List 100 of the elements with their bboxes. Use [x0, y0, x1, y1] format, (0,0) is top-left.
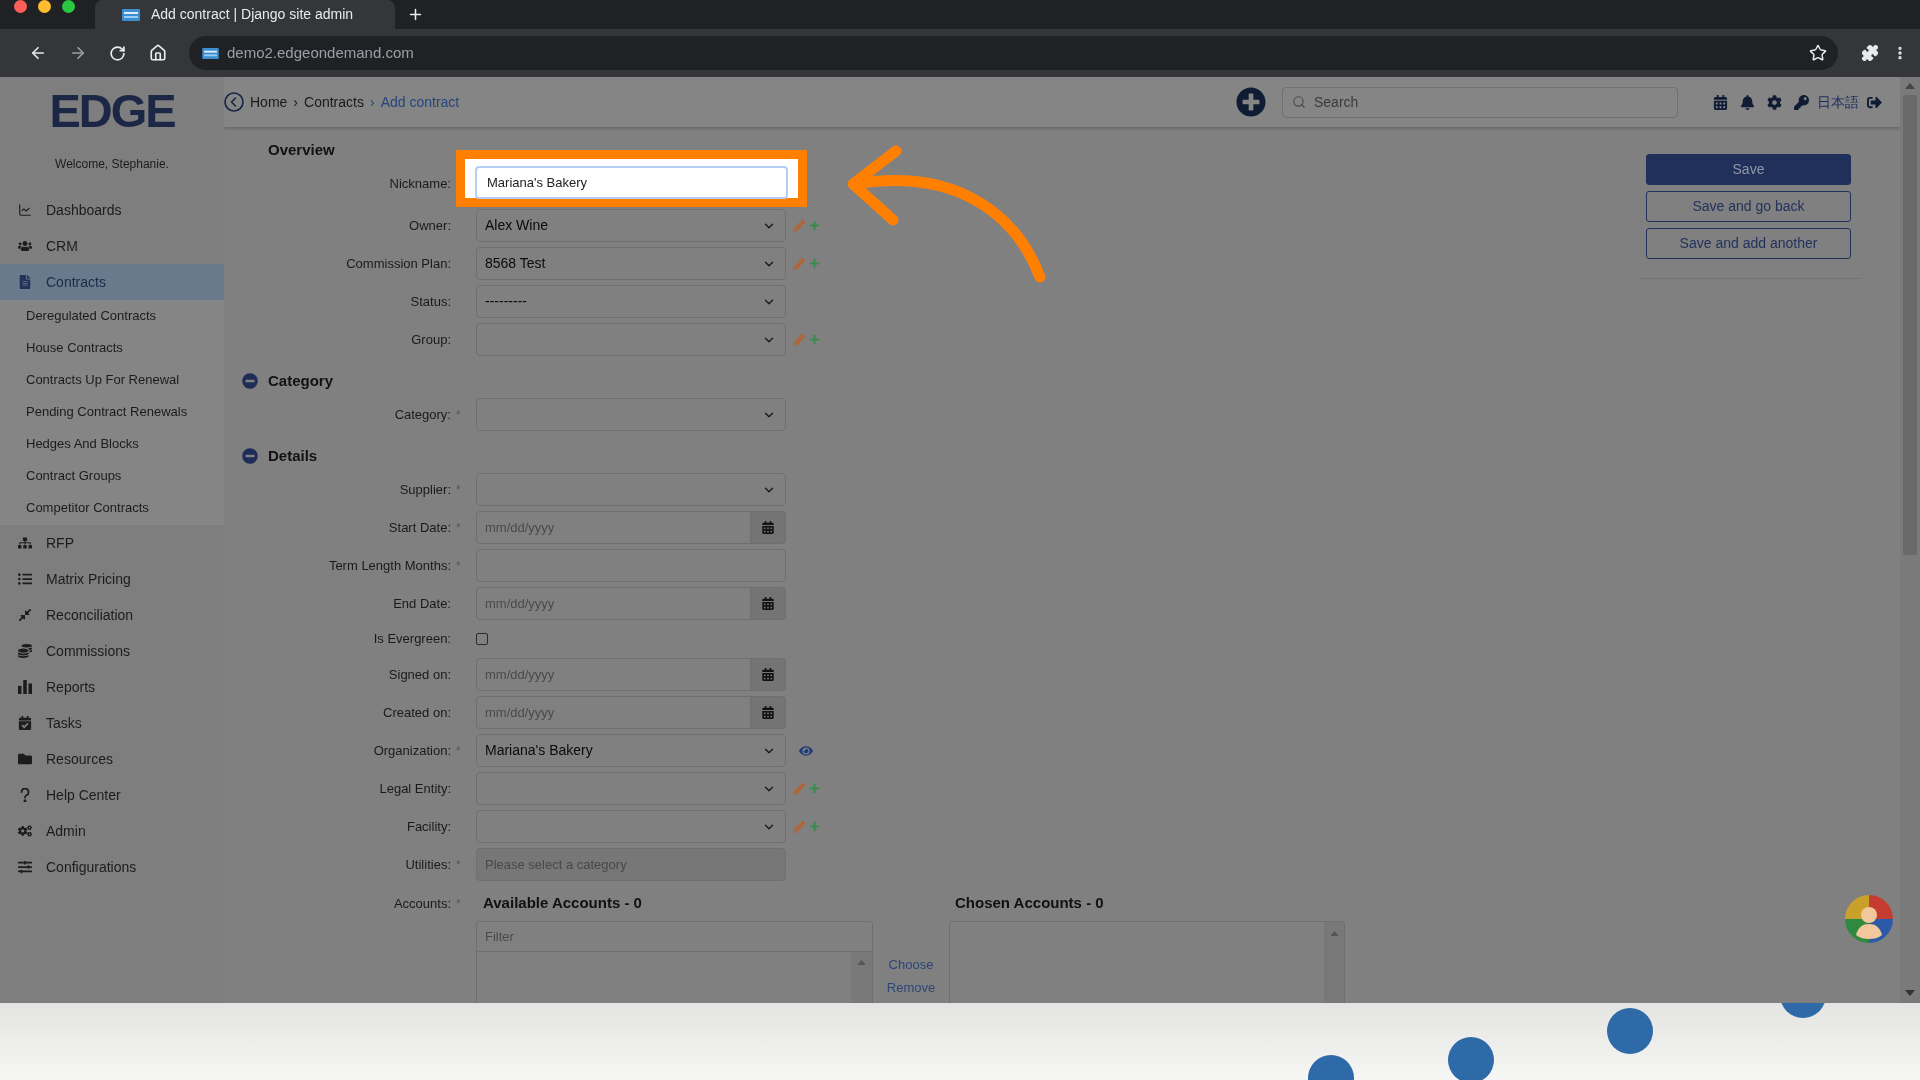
- calendar-icon[interactable]: [1713, 94, 1728, 110]
- submenu-item[interactable]: Competitor Contracts: [0, 492, 224, 524]
- select-field[interactable]: [476, 473, 786, 506]
- field-label: Signed on:: [388, 665, 451, 684]
- sidebar-item[interactable]: Matrix Pricing: [0, 561, 224, 597]
- field-label: Organization:: [373, 741, 451, 760]
- language-link[interactable]: 日本語: [1817, 91, 1859, 113]
- required-mark: *: [456, 406, 461, 424]
- sidebar-item[interactable]: Configurations: [0, 849, 224, 885]
- settings-icon[interactable]: [1767, 94, 1782, 110]
- checkbox[interactable]: [476, 633, 488, 645]
- line-chart-icon: [18, 203, 32, 217]
- browser-tab[interactable]: Add contract | Django site admin: [95, 0, 395, 29]
- logout-icon[interactable]: [1867, 94, 1882, 110]
- field-label: Owner:: [409, 216, 451, 235]
- folder-icon: [18, 752, 32, 766]
- field-label: Commission Plan:: [346, 254, 451, 273]
- submenu-item[interactable]: House Contracts: [0, 332, 224, 364]
- text-field[interactable]: Mariana's Bakery: [475, 166, 788, 199]
- breadcrumb-link[interactable]: Contracts: [304, 91, 364, 113]
- select-field[interactable]: ---------: [476, 285, 786, 318]
- sidebar-item[interactable]: Resources: [0, 741, 224, 777]
- bookmark-star-icon[interactable]: [1809, 44, 1827, 62]
- section-heading: Details: [268, 445, 318, 466]
- search-field[interactable]: Search: [1282, 86, 1678, 118]
- eye-icon[interactable]: [799, 743, 813, 758]
- calendar-icon: [762, 597, 774, 610]
- edge-logo[interactable]: EDGE: [49, 90, 175, 130]
- select-field[interactable]: [476, 772, 786, 805]
- field-label: Status:: [410, 292, 451, 311]
- submenu-item[interactable]: Contract Groups: [0, 460, 224, 492]
- zoom-window-icon[interactable]: [62, 0, 75, 13]
- chat-avatar-icon[interactable]: [1845, 895, 1893, 943]
- users-icon: [18, 239, 32, 253]
- remove-link[interactable]: Remove: [886, 979, 936, 997]
- back-circle-icon[interactable]: [224, 92, 244, 112]
- decorative-dot: [1607, 1008, 1653, 1054]
- puzzle-piece-icon[interactable]: [1861, 44, 1879, 62]
- sidebar-item[interactable]: Reports: [0, 669, 224, 705]
- scroll-up-icon[interactable]: [1905, 83, 1915, 89]
- reload-icon[interactable]: [109, 44, 126, 62]
- sidebar-item[interactable]: Dashboards: [0, 192, 224, 228]
- calendar-button[interactable]: [751, 658, 786, 691]
- calendar-icon: [762, 668, 774, 681]
- required-mark: *: [456, 856, 461, 874]
- select-field[interactable]: 8568 Test: [476, 247, 786, 280]
- sidebar-item[interactable]: RFP: [0, 525, 224, 561]
- minimize-window-icon[interactable]: [38, 0, 51, 13]
- secondary-save-button[interactable]: Save and add another: [1646, 228, 1851, 259]
- bar-chart-icon: [18, 680, 32, 694]
- select-field[interactable]: [476, 323, 786, 356]
- save-button[interactable]: Save: [1646, 154, 1851, 185]
- new-tab-icon[interactable]: [407, 6, 424, 23]
- address-bar[interactable]: demo2.edgeondemand.com: [189, 36, 1838, 70]
- sidebar-item[interactable]: Help Center: [0, 777, 224, 813]
- field-label: Nickname:: [389, 174, 451, 193]
- close-window-icon[interactable]: [14, 0, 27, 13]
- field-label: Group:: [411, 330, 451, 349]
- scroll-down-icon[interactable]: [1905, 990, 1915, 996]
- compress-arrows-icon: [18, 608, 32, 622]
- sitemap-icon: [18, 536, 32, 550]
- breadcrumb-link[interactable]: Home: [250, 91, 288, 113]
- submenu-item[interactable]: Pending Contract Renewals: [0, 396, 224, 428]
- collapse-icon[interactable]: [242, 373, 258, 389]
- bell-icon[interactable]: [1740, 94, 1755, 110]
- select-field[interactable]: Mariana's Bakery: [476, 734, 786, 767]
- sidebar-item[interactable]: Contracts: [0, 264, 224, 300]
- field-label: Legal Entity:: [379, 779, 451, 798]
- select-field[interactable]: Alex Wine: [476, 209, 786, 242]
- field-label: Category:: [394, 405, 451, 424]
- back-icon[interactable]: [29, 44, 47, 62]
- select-field[interactable]: [476, 810, 786, 843]
- calendar-button[interactable]: [751, 511, 786, 544]
- field-label: Supplier:: [399, 480, 451, 499]
- calendar-icon: [762, 521, 774, 534]
- sliders-icon: [18, 860, 32, 874]
- sidebar-item[interactable]: Commissions: [0, 633, 224, 669]
- sidebar-item[interactable]: Admin: [0, 813, 224, 849]
- secondary-save-button[interactable]: Save and go back: [1646, 191, 1851, 222]
- calendar-check-icon: [18, 716, 32, 730]
- list-title: Chosen Accounts - 0: [954, 893, 1105, 914]
- document-icon: [18, 275, 32, 289]
- collapse-icon[interactable]: [242, 448, 258, 464]
- key-icon[interactable]: [1794, 94, 1809, 110]
- submenu-item[interactable]: Contracts Up For Renewal: [0, 364, 224, 396]
- calendar-button[interactable]: [751, 696, 786, 729]
- calendar-button[interactable]: [751, 587, 786, 620]
- submenu-item[interactable]: Deregulated Contracts: [0, 300, 224, 332]
- site-favicon-icon: [202, 47, 219, 59]
- choose-link[interactable]: Choose: [888, 956, 934, 974]
- sidebar-item[interactable]: CRM: [0, 228, 224, 264]
- sidebar-item[interactable]: Reconciliation: [0, 597, 224, 633]
- sidebar-item[interactable]: Tasks: [0, 705, 224, 741]
- submenu-item[interactable]: Hedges And Blocks: [0, 428, 224, 460]
- field-label: Created on:: [383, 703, 451, 722]
- select-field[interactable]: [476, 398, 786, 431]
- coins-icon: [18, 644, 32, 658]
- forward-icon[interactable]: [69, 44, 87, 62]
- home-icon[interactable]: [149, 44, 167, 62]
- site-favicon-icon: [122, 8, 140, 21]
